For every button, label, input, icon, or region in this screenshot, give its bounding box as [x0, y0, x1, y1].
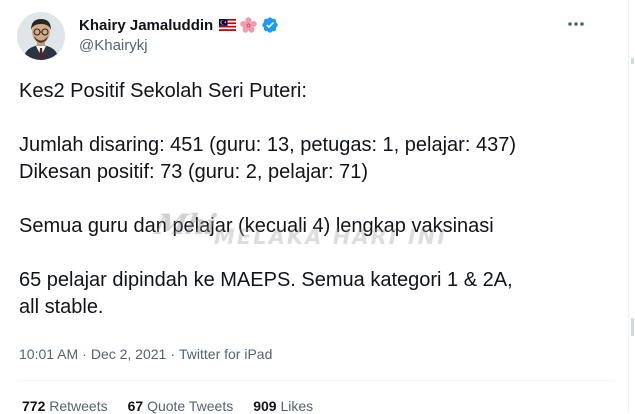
- verified-badge-icon: [262, 17, 278, 33]
- author-name-row: Khairy Jamaluddin: [79, 15, 279, 35]
- avatar[interactable]: [17, 12, 65, 60]
- tweet-line: Jumlah disaring: 451 (guru: 13, petugas:…: [19, 134, 516, 156]
- malaysia-flag-icon: [219, 19, 237, 31]
- divider: [17, 380, 615, 381]
- tweet-line: Kes2 Positif Sekolah Seri Puteri:: [19, 80, 307, 102]
- author-handle[interactable]: @Khairykj: [79, 37, 148, 54]
- scrollbar[interactable]: [629, 0, 635, 412]
- tweet-text: Kes2 Positif Sekolah Seri Puteri: Jumlah…: [19, 78, 599, 321]
- meta-separator: ·: [82, 346, 87, 362]
- tweet-line: all stable.: [19, 296, 104, 318]
- scrollbar-mark: [631, 318, 634, 336]
- tweet-meta: 10:01 AM · Dec 2, 2021 · Twitter for iPa…: [19, 346, 272, 362]
- avatar-portrait-icon: [17, 12, 65, 60]
- meta-separator: ·: [170, 346, 175, 362]
- tweet-line: 65 pelajar dipindah ke MAEPS. Semua kate…: [19, 269, 513, 291]
- hibiscus-icon: [240, 17, 258, 33]
- more-horizontal-icon: [568, 22, 584, 26]
- tweet-source-link[interactable]: Twitter for iPad: [179, 346, 272, 362]
- scrollbar-mark: [631, 58, 634, 64]
- more-options-button[interactable]: [562, 14, 590, 34]
- tweet-time[interactable]: 10:01 AM: [19, 346, 78, 362]
- tweet-line: Dikesan positif: 73 (guru: 2, pelajar: 7…: [19, 161, 369, 183]
- tweet-card: Khairy Jamaluddin @Khairykj Kes2 Positif…: [0, 0, 628, 414]
- author-display-name[interactable]: Khairy Jamaluddin: [79, 17, 213, 34]
- tweet-line: Semua guru dan pelajar (kecuali 4) lengk…: [19, 215, 494, 237]
- tweet-date[interactable]: Dec 2, 2021: [91, 346, 167, 362]
